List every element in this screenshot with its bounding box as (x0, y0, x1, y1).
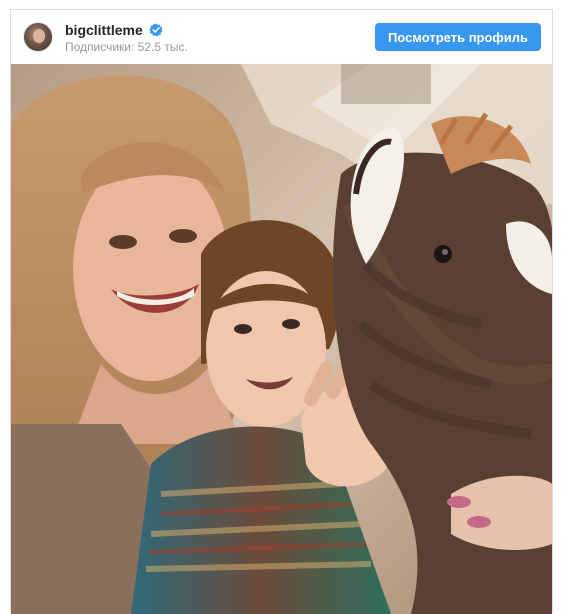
followers-count: Подписчики: 52.5 тыс. (65, 40, 188, 54)
photo-illustration (11, 64, 552, 614)
post-header: bigclittleme Подписчики: 52.5 тыс. Посмо… (11, 10, 552, 64)
instagram-embed-card: bigclittleme Подписчики: 52.5 тыс. Посмо… (10, 9, 553, 614)
verified-badge-icon (149, 23, 163, 37)
view-profile-button[interactable]: Посмотреть профиль (375, 23, 541, 51)
profile-avatar[interactable] (23, 22, 53, 52)
post-photo[interactable] (11, 64, 552, 614)
username-link[interactable]: bigclittleme (65, 22, 143, 38)
username-row: bigclittleme (65, 21, 163, 39)
avatar-face (33, 29, 45, 43)
